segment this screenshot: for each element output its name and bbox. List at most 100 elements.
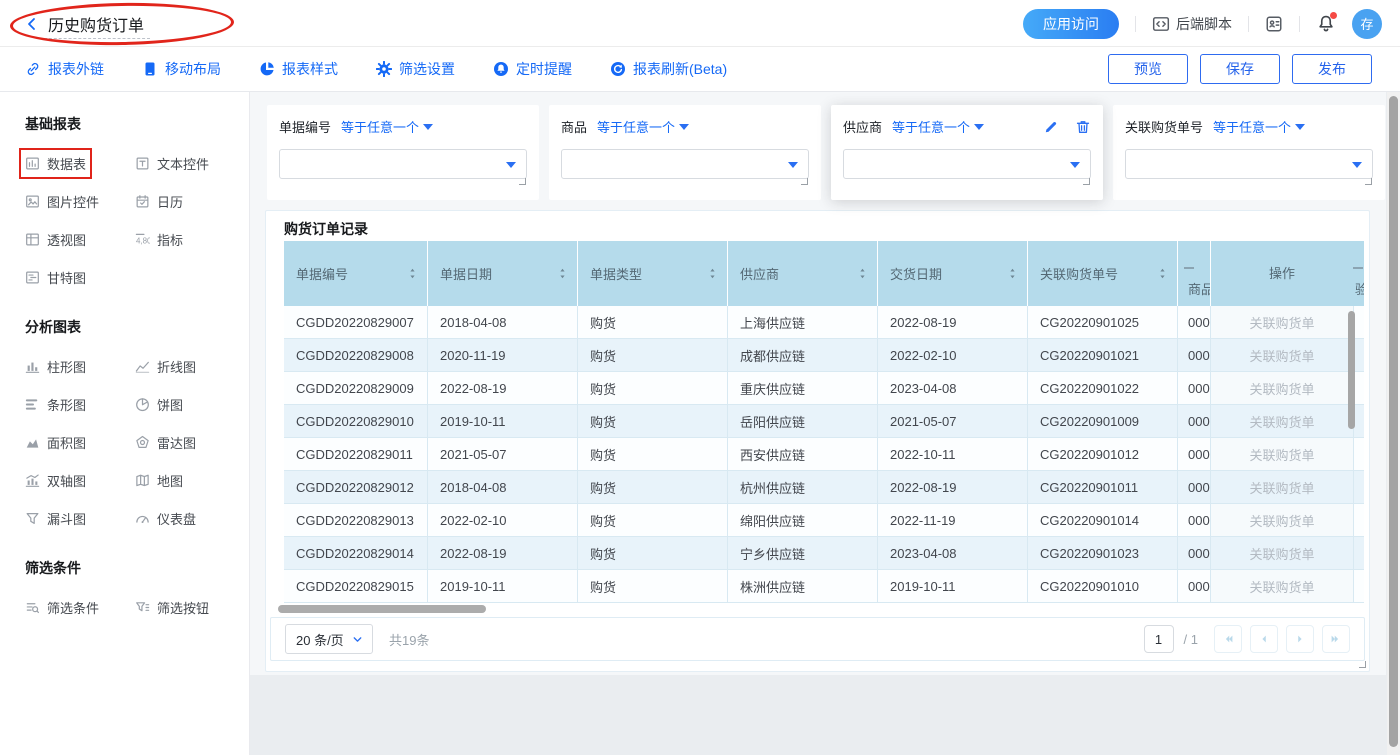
- sort-icon[interactable]: [406, 267, 419, 280]
- caret-down-icon: [679, 124, 689, 130]
- filter-condition-dropdown[interactable]: 等于任意一个: [892, 117, 984, 136]
- related-po-action-button[interactable]: 关联购货单: [1211, 438, 1353, 470]
- sidebar-item[interactable]: 仪表盘: [135, 509, 196, 528]
- related-po-action-button[interactable]: 关联购货单: [1211, 537, 1353, 569]
- resize-handle[interactable]: [801, 178, 808, 185]
- toolbar-item[interactable]: 报表样式: [259, 59, 338, 79]
- contact-card-icon[interactable]: [1265, 15, 1283, 33]
- sidebar-items-grid: 数据表 文本控件 图片控件 日历 透视图 4,80: [25, 154, 249, 287]
- cell-clipped-edge: [1353, 570, 1364, 602]
- last-page-button[interactable]: [1322, 625, 1350, 653]
- publish-button[interactable]: 发布: [1292, 54, 1372, 84]
- cell-supplier: 成都供应链: [728, 339, 878, 371]
- sort-icon[interactable]: [556, 267, 569, 280]
- toolbar-item[interactable]: 移动布局: [142, 59, 221, 79]
- related-po-action-button[interactable]: 关联购货单: [1211, 570, 1353, 602]
- cell-clipped-edge: [1353, 537, 1364, 569]
- sidebar-item[interactable]: 面积图: [25, 433, 86, 452]
- data-table-widget[interactable]: 购货订单记录 单据编号 单据日期 单据类型 供: [265, 210, 1370, 672]
- back-icon[interactable]: [24, 16, 40, 32]
- avatar[interactable]: 存: [1352, 9, 1382, 39]
- related-po-action-button[interactable]: 关联购货单: [1211, 306, 1353, 338]
- sidebar-item[interactable]: 条形图: [25, 395, 86, 414]
- sidebar-item[interactable]: 数据表: [25, 154, 86, 173]
- backend-script-button[interactable]: 后端脚本: [1152, 14, 1232, 34]
- table-header-partial-product[interactable]: 商品: [1178, 241, 1211, 306]
- resize-handle[interactable]: [1365, 178, 1372, 185]
- toolbar-item[interactable]: 报表刷新(Beta): [610, 59, 727, 79]
- sort-icon[interactable]: [706, 267, 719, 280]
- edit-pencil-icon[interactable]: [1043, 119, 1059, 135]
- table-row: CGDD20220829009 2022-08-19 购货 重庆供应链 2023…: [284, 372, 1364, 405]
- preview-button[interactable]: 预览: [1108, 54, 1188, 84]
- toolbar-item[interactable]: 报表外链: [25, 59, 104, 79]
- sidebar-item[interactable]: 日历: [135, 192, 183, 211]
- sidebar-item[interactable]: 双轴图: [25, 471, 86, 490]
- sidebar-item[interactable]: 饼图: [135, 395, 183, 414]
- cell-delivery-date: 2023-04-08: [878, 537, 1028, 569]
- prev-page-button[interactable]: [1250, 625, 1278, 653]
- toolbar-item[interactable]: 筛选设置: [376, 59, 455, 79]
- app-access-button[interactable]: 应用访问: [1023, 9, 1119, 39]
- page-title[interactable]: 历史购货订单: [48, 12, 144, 36]
- save-button[interactable]: 保存: [1200, 54, 1280, 84]
- related-po-action-button[interactable]: 关联购货单: [1211, 405, 1353, 437]
- related-po-action-button[interactable]: 关联购货单: [1211, 372, 1353, 404]
- filter-condition-dropdown[interactable]: 等于任意一个: [597, 117, 689, 136]
- first-page-button[interactable]: [1214, 625, 1242, 653]
- table-header-cell[interactable]: 交货日期: [878, 241, 1028, 306]
- table-horizontal-scrollbar[interactable]: [278, 605, 486, 613]
- table-header-cell[interactable]: 单据日期: [428, 241, 578, 306]
- trash-icon[interactable]: [1075, 119, 1091, 135]
- page-number-input[interactable]: 1: [1144, 625, 1174, 653]
- sidebar-item[interactable]: 筛选条件: [25, 598, 99, 617]
- filter-condition-dropdown[interactable]: 等于任意一个: [1213, 117, 1305, 136]
- filter-value-select[interactable]: [1125, 149, 1373, 179]
- cell-product-clipped: 000: [1178, 372, 1211, 404]
- notification-bell-icon[interactable]: [1316, 14, 1336, 34]
- filter-value-select[interactable]: [843, 149, 1091, 179]
- sidebar-item[interactable]: 折线图: [135, 357, 196, 376]
- widget-resize-handle[interactable]: [1359, 661, 1366, 668]
- sort-icon[interactable]: [1156, 267, 1169, 280]
- sidebar-item[interactable]: 地图: [135, 471, 183, 490]
- table-header-cell[interactable]: 关联购货单号: [1028, 241, 1178, 306]
- sidebar-item[interactable]: 透视图: [25, 230, 86, 249]
- filter-widget-card[interactable]: 单据编号 等于任意一个: [267, 105, 539, 200]
- related-po-action-button[interactable]: 关联购货单: [1211, 504, 1353, 536]
- cell-product-clipped: 000: [1178, 537, 1211, 569]
- sort-icon[interactable]: [856, 267, 869, 280]
- filter-value-select[interactable]: [561, 149, 809, 179]
- page-size-select[interactable]: 20 条/页: [285, 624, 373, 654]
- filter-widget-card[interactable]: 供应商 等于任意一个: [831, 105, 1103, 200]
- table-header-cell[interactable]: 单据类型: [578, 241, 728, 306]
- sort-icon[interactable]: [1006, 267, 1019, 280]
- sidebar-item[interactable]: 柱形图: [25, 357, 86, 376]
- sidebar-item-label: 地图: [157, 471, 183, 490]
- table-header-cell[interactable]: 单据编号: [284, 241, 428, 306]
- related-po-action-button[interactable]: 关联购货单: [1211, 339, 1353, 371]
- cell-product-clipped: 000: [1178, 438, 1211, 470]
- table-header-cell[interactable]: 供应商: [728, 241, 878, 306]
- filter-widget-card[interactable]: 关联购货单号 等于任意一个: [1113, 105, 1385, 200]
- sidebar-item[interactable]: 漏斗图: [25, 509, 86, 528]
- sidebar-item[interactable]: 图片控件: [25, 192, 99, 211]
- related-po-action-button[interactable]: 关联购货单: [1211, 471, 1353, 503]
- sidebar-item[interactable]: 甘特图: [25, 268, 86, 287]
- sidebar-item[interactable]: 雷达图: [135, 433, 196, 452]
- page-scrollbar-thumb[interactable]: [1389, 96, 1398, 747]
- sidebar-section-charts: 分析图表 柱形图 折线图 条形图 饼图: [25, 317, 249, 528]
- toolbar-item-icon: [493, 61, 509, 77]
- next-page-button[interactable]: [1286, 625, 1314, 653]
- sidebar-item[interactable]: 筛选按钮: [135, 598, 209, 617]
- toolbar-item[interactable]: 定时提醒: [493, 59, 572, 79]
- resize-handle[interactable]: [1083, 178, 1090, 185]
- table-vertical-scrollbar[interactable]: [1348, 311, 1355, 429]
- column-label: 单据类型: [590, 264, 642, 283]
- sidebar-item[interactable]: 4,80 指标: [135, 230, 183, 249]
- filter-condition-dropdown[interactable]: 等于任意一个: [341, 117, 433, 136]
- filter-widget-card[interactable]: 商品 等于任意一个: [549, 105, 821, 200]
- sidebar-item[interactable]: 文本控件: [135, 154, 209, 173]
- resize-handle[interactable]: [519, 178, 526, 185]
- filter-value-select[interactable]: [279, 149, 527, 179]
